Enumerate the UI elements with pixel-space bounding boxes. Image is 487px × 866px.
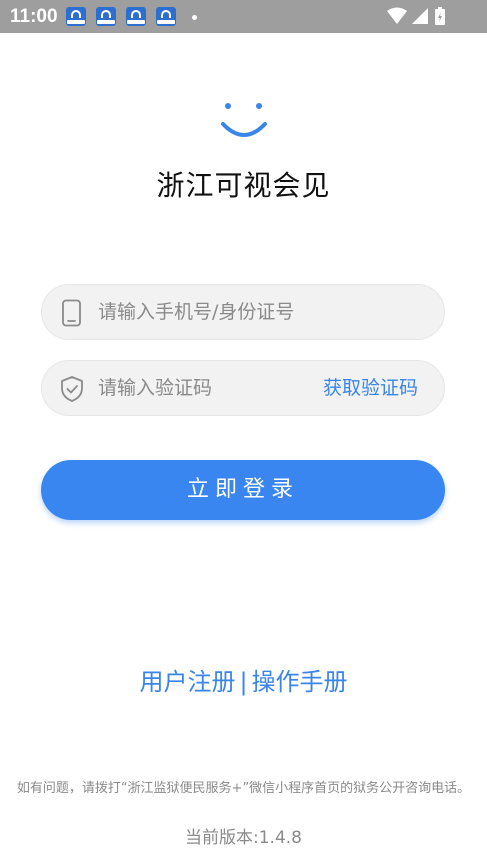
app-notification-icon: [96, 7, 116, 26]
app-notification-icon: [156, 7, 176, 26]
code-field[interactable]: 获取验证码: [41, 360, 445, 416]
help-note: 如有问题，请拨打“浙江监狱便民服务+”微信小程序首页的狱务公开咨询电话。: [16, 781, 471, 796]
phone-input[interactable]: [98, 285, 338, 339]
code-input[interactable]: [98, 361, 298, 415]
manual-link[interactable]: 操作手册: [252, 668, 348, 696]
status-bar: 11:00: [0, 0, 487, 33]
signal-icon: [412, 8, 428, 24]
smile-logo-icon: [221, 103, 267, 137]
more-notifications-dot-icon: [192, 15, 197, 20]
register-link[interactable]: 用户注册: [139, 668, 235, 696]
shield-check-icon: [61, 376, 83, 402]
mobile-phone-icon: [62, 299, 81, 327]
get-code-button[interactable]: 获取验证码: [323, 376, 418, 400]
status-indicators: [387, 7, 445, 25]
app-notification-icon: [66, 7, 86, 26]
phone-field[interactable]: [41, 284, 445, 340]
bottom-links: 用户注册 | 操作手册: [0, 666, 487, 698]
version-label: 当前版本:1.4.8: [185, 828, 302, 848]
app-title: 浙江可视会见: [156, 169, 331, 202]
status-time: 11:00: [10, 6, 58, 27]
app-notification-icon: [126, 7, 146, 26]
link-separator: |: [239, 668, 248, 696]
wifi-icon: [387, 7, 407, 24]
login-button[interactable]: 立即登录: [41, 460, 445, 520]
battery-icon: [435, 7, 445, 25]
